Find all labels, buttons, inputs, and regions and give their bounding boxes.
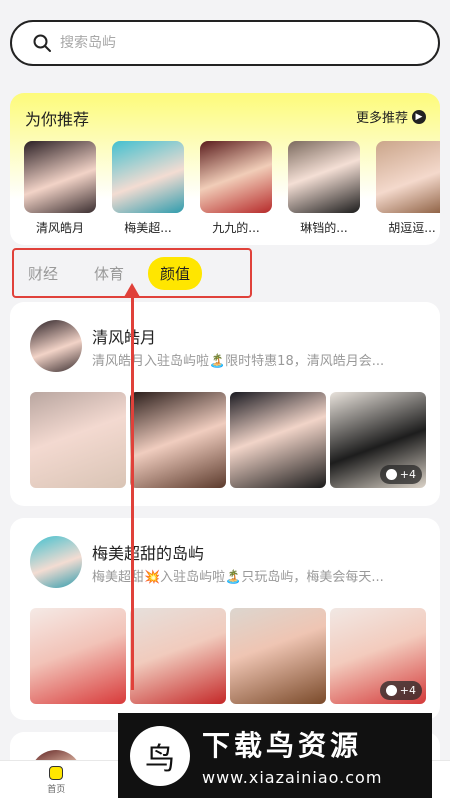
post-photo[interactable] bbox=[130, 392, 226, 488]
post-photo[interactable] bbox=[30, 608, 126, 704]
search-bar[interactable] bbox=[10, 20, 440, 66]
more-photos-badge: +4 bbox=[379, 681, 422, 700]
recommend-item[interactable]: 九九的... bbox=[200, 141, 272, 236]
avatar[interactable] bbox=[30, 320, 82, 372]
recommend-name: 清风皓月 bbox=[35, 221, 84, 235]
recommend-name: 胡逗逗... bbox=[388, 221, 436, 235]
recommend-name: 琳铛的... bbox=[300, 221, 348, 235]
post-photo[interactable] bbox=[230, 608, 326, 704]
tab-looks[interactable]: 颜值 bbox=[148, 256, 203, 290]
post-photo[interactable]: +4 bbox=[330, 392, 426, 488]
tab-sports[interactable]: 体育 bbox=[94, 263, 124, 284]
avatar[interactable] bbox=[30, 536, 82, 588]
recommend-item[interactable]: 梅美超... bbox=[112, 141, 184, 236]
annotation-arrow-head bbox=[124, 283, 140, 297]
watermark-title: 下载鸟资源 bbox=[202, 729, 363, 762]
recommend-name: 九九的... bbox=[212, 221, 260, 235]
watermark: 鸟 下载鸟资源 www.xiazainiao.com bbox=[118, 713, 432, 798]
post-photos: +4 bbox=[30, 608, 426, 704]
recommend-panel: 为你推荐 更多推荐 ▶ 清风皓月 梅美超... 九九的... 琳铛的... 胡逗… bbox=[10, 93, 440, 245]
recommend-avatar bbox=[112, 141, 184, 213]
chevron-right-icon: ▶ bbox=[412, 109, 426, 124]
more-recommend-label: 更多推荐 bbox=[355, 111, 408, 126]
more-photos-count: +4 bbox=[399, 468, 416, 481]
post-description: 梅美超甜💥入驻岛屿啦🏝️只玩岛屿，梅美会每天... bbox=[92, 570, 384, 585]
more-photos-badge: +4 bbox=[379, 465, 422, 484]
tab-finance[interactable]: 财经 bbox=[28, 263, 58, 284]
recommend-name: 梅美超... bbox=[124, 221, 172, 235]
post-photos: +4 bbox=[30, 392, 426, 488]
more-photos-count: +4 bbox=[399, 684, 416, 697]
recommend-avatar bbox=[24, 141, 96, 213]
search-input[interactable] bbox=[60, 35, 360, 51]
post-card[interactable]: 清风皓月 清风皓月入驻岛屿啦🏝️限时特惠18，清风皓月会... +4 bbox=[10, 302, 440, 506]
smile-icon bbox=[385, 469, 397, 480]
post-author: 梅美超甜的岛屿 bbox=[92, 544, 205, 563]
post-photo[interactable]: +4 bbox=[330, 608, 426, 704]
recommend-item[interactable]: 琳铛的... bbox=[288, 141, 360, 236]
search-icon bbox=[33, 34, 51, 52]
nav-home-label: 首页 bbox=[47, 785, 66, 795]
recommend-title: 为你推荐 bbox=[25, 110, 90, 129]
post-card[interactable]: 梅美超甜的岛屿 梅美超甜💥入驻岛屿啦🏝️只玩岛屿，梅美会每天... +4 bbox=[10, 518, 440, 720]
recommend-avatar bbox=[288, 141, 360, 213]
watermark-logo: 鸟 bbox=[130, 725, 190, 786]
watermark-text: 下载鸟资源 www.xiazainiao.com bbox=[202, 724, 382, 787]
watermark-url: www.xiazainiao.com bbox=[202, 768, 383, 787]
nav-home[interactable]: 首页 bbox=[0, 761, 113, 800]
recommend-avatar bbox=[200, 141, 272, 213]
recommend-list: 清风皓月 梅美超... 九九的... 琳铛的... 胡逗逗... bbox=[24, 141, 440, 236]
recommend-item[interactable]: 清风皓月 bbox=[24, 141, 96, 236]
home-icon bbox=[49, 766, 64, 780]
post-photo[interactable] bbox=[130, 608, 226, 704]
recommend-item[interactable]: 胡逗逗... bbox=[376, 141, 440, 236]
more-recommend-link[interactable]: 更多推荐 ▶ bbox=[356, 107, 426, 126]
post-author: 清风皓月 bbox=[92, 328, 157, 347]
post-description: 清风皓月入驻岛屿啦🏝️限时特惠18，清风皓月会... bbox=[92, 354, 385, 369]
recommend-avatar bbox=[376, 141, 440, 213]
smile-icon bbox=[385, 685, 397, 696]
post-photo[interactable] bbox=[30, 392, 126, 488]
post-photo[interactable] bbox=[230, 392, 326, 488]
annotation-arrow-line bbox=[131, 290, 134, 690]
